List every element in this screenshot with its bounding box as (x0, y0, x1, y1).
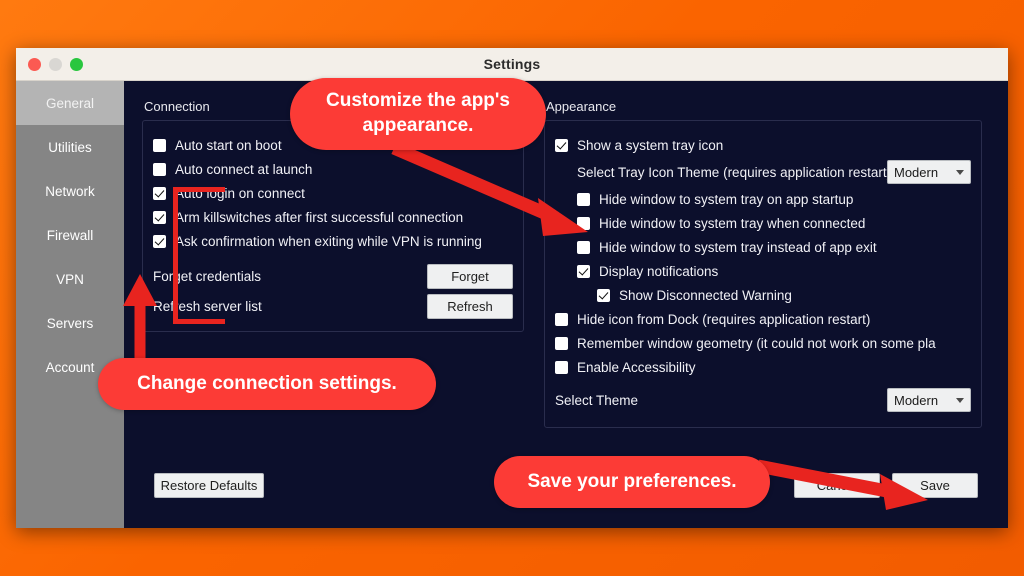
checkbox-remember-window-geometry[interactable]: Remember window geometry (it could not w… (555, 331, 971, 355)
sidebar-item-vpn[interactable]: VPN (16, 257, 124, 301)
sidebar-item-label: Network (45, 183, 95, 199)
checkbox-icon-checked[interactable] (153, 234, 166, 248)
select-theme-row: Select Theme Modern (555, 383, 971, 417)
callout-change-connection-settings: Change connection settings. (98, 358, 436, 410)
checkbox-label: Display notifications (599, 263, 719, 279)
tray-icon-theme-dropdown[interactable]: Modern (887, 160, 971, 184)
appearance-group-box: Show a system tray icon Select Tray Icon… (544, 120, 982, 428)
checkbox-label: Remember window geometry (it could not w… (577, 335, 936, 351)
chevron-down-icon (956, 397, 964, 403)
sidebar-item-network[interactable]: Network (16, 169, 124, 213)
tray-icon-theme-row: Select Tray Icon Theme (requires applica… (555, 157, 971, 187)
checkbox-icon[interactable] (555, 336, 568, 350)
checkbox-show-disconnected-warning[interactable]: Show Disconnected Warning (555, 283, 971, 307)
checkbox-label: Show Disconnected Warning (619, 287, 792, 303)
connection-highlight-bracket (173, 187, 225, 324)
checkbox-icon-checked[interactable] (555, 138, 568, 152)
checkbox-icon[interactable] (577, 240, 590, 254)
checkbox-label: Hide window to system tray when connecte… (599, 215, 866, 231)
sidebar-item-firewall[interactable]: Firewall (16, 213, 124, 257)
sidebar-item-servers[interactable]: Servers (16, 301, 124, 345)
checkbox-icon[interactable] (153, 138, 166, 152)
select-theme-label: Select Theme (555, 392, 639, 408)
checkbox-label: Auto connect at launch (175, 161, 313, 177)
sidebar-item-label: General (45, 95, 95, 111)
sidebar-item-general[interactable]: General (16, 81, 124, 125)
checkbox-icon-checked[interactable] (577, 264, 590, 278)
checkbox-auto-connect-at-launch[interactable]: Auto connect at launch (153, 157, 513, 181)
sidebar-item-label: Utilities (48, 139, 92, 155)
sidebar-item-label: Firewall (46, 227, 94, 243)
restore-defaults-button[interactable]: Restore Defaults (154, 473, 264, 498)
checkbox-icon[interactable] (577, 192, 590, 206)
checkbox-icon[interactable] (555, 312, 568, 326)
checkbox-icon[interactable] (555, 360, 568, 374)
checkbox-icon-checked[interactable] (153, 210, 166, 224)
appearance-group-title: Appearance (546, 99, 617, 114)
checkbox-label: Auto start on boot (175, 137, 282, 153)
checkbox-hide-icon-from-dock[interactable]: Hide icon from Dock (requires applicatio… (555, 307, 971, 331)
checkbox-hide-to-tray-instead-of-exit[interactable]: Hide window to system tray instead of ap… (555, 235, 971, 259)
footer-actions: Cancel Save (794, 473, 978, 498)
sidebar-item-label: Servers (46, 315, 94, 331)
chevron-down-icon (956, 169, 964, 175)
checkbox-label: Hide window to system tray instead of ap… (599, 239, 877, 255)
checkbox-show-system-tray-icon[interactable]: Show a system tray icon (555, 133, 971, 157)
refresh-button[interactable]: Refresh (427, 293, 513, 319)
select-theme-value: Modern (894, 392, 939, 408)
checkbox-hide-to-tray-when-connected[interactable]: Hide window to system tray when connecte… (555, 211, 971, 235)
cancel-button[interactable]: Cancel (794, 473, 880, 498)
sidebar-item-label: Account (45, 359, 95, 375)
sidebar: General Utilities Network Firewall VPN S… (16, 81, 124, 528)
checkbox-label: Enable Accessibility (577, 359, 696, 375)
save-button[interactable]: Save (892, 473, 978, 498)
checkbox-label: Show a system tray icon (577, 137, 724, 153)
window-titlebar: Settings (16, 48, 1008, 81)
window-title: Settings (483, 56, 541, 72)
callout-customize-appearance: Customize the app's appearance. (290, 78, 546, 150)
checkbox-display-notifications[interactable]: Display notifications (555, 259, 971, 283)
checkbox-icon[interactable] (153, 162, 166, 176)
checkbox-icon-checked[interactable] (597, 288, 610, 302)
sidebar-item-utilities[interactable]: Utilities (16, 125, 124, 169)
checkbox-hide-to-tray-on-startup[interactable]: Hide window to system tray on app startu… (555, 187, 971, 211)
sidebar-item-label: VPN (56, 271, 84, 287)
checkbox-icon-checked[interactable] (153, 186, 166, 200)
tray-icon-theme-value: Modern (894, 164, 939, 180)
checkbox-label: Hide icon from Dock (requires applicatio… (577, 311, 871, 327)
checkbox-enable-accessibility[interactable]: Enable Accessibility (555, 355, 971, 379)
callout-save-preferences: Save your preferences. (494, 456, 770, 508)
select-theme-dropdown[interactable]: Modern (887, 388, 971, 412)
forget-button[interactable]: Forget (427, 263, 513, 289)
checkbox-icon[interactable] (577, 216, 590, 230)
checkbox-label: Hide window to system tray on app startu… (599, 191, 854, 207)
